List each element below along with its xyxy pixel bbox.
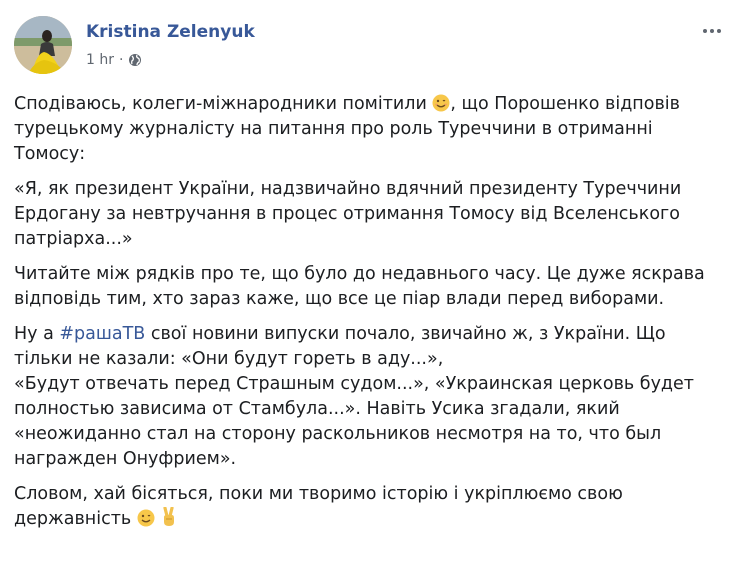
more-options-button[interactable] <box>698 20 726 42</box>
post-body: Сподіваюсь, колеги-міжнародники помітили… <box>14 92 726 542</box>
hashtag-link[interactable]: #рашаТВ <box>59 324 145 344</box>
post-timestamp[interactable]: 1 hr <box>86 52 114 68</box>
globe-icon[interactable] <box>128 53 142 67</box>
paragraph-3: Читайте між рядків про те, що було до не… <box>14 264 705 309</box>
meta-separator: · <box>119 52 124 68</box>
author-name[interactable]: Kristina Zelenyuk <box>86 22 255 42</box>
paragraph-5: Словом, хай бісяться, поки ми творимо іс… <box>14 484 623 529</box>
paragraph-4: Ну а #рашаТВ свої новини випуски почало,… <box>14 324 694 469</box>
smile-emoji-icon <box>137 509 155 527</box>
post-meta: 1 hr · <box>86 52 142 68</box>
paragraph-1: Сподіваюсь, колеги-міжнародники помітили… <box>14 94 680 164</box>
avatar[interactable] <box>14 16 72 74</box>
post-header: Kristina Zelenyuk 1 hr · <box>14 16 726 80</box>
victory-hand-emoji-icon <box>160 506 178 526</box>
avatar-photo <box>14 16 72 74</box>
smile-emoji-icon <box>432 94 450 112</box>
ellipsis-icon <box>703 29 707 33</box>
paragraph-2: «Я, як президент України, надзвичайно вд… <box>14 179 682 249</box>
facebook-post: Kristina Zelenyuk 1 hr · Сподіваюсь, кол… <box>0 0 740 578</box>
